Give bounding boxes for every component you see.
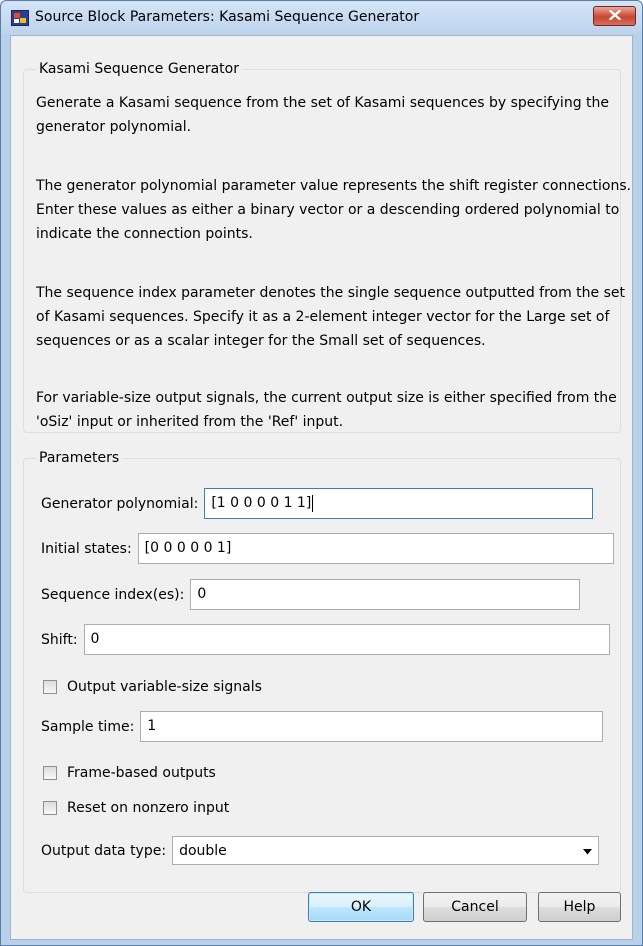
generator-polynomial-label: Generator polynomial: bbox=[41, 495, 199, 512]
window-title: Source Block Parameters: Kasami Sequence… bbox=[35, 9, 420, 25]
sample-time-row: Sample time: 1 bbox=[41, 711, 604, 742]
shift-row: Shift: 0 bbox=[41, 624, 610, 655]
dialog-window: Source Block Parameters: Kasami Sequence… bbox=[0, 0, 643, 946]
text-caret bbox=[312, 494, 314, 512]
output-data-type-value: double bbox=[179, 842, 227, 859]
sample-time-input[interactable]: 1 bbox=[140, 711, 604, 742]
close-icon bbox=[608, 8, 621, 24]
frame-based-label: Frame-based outputs bbox=[67, 765, 216, 781]
initial-states-input[interactable]: [0 0 0 0 0 1] bbox=[137, 533, 614, 564]
output-variable-size-label: Output variable-size signals bbox=[67, 679, 262, 695]
output-variable-size-row[interactable]: Output variable-size signals bbox=[43, 679, 262, 695]
description-paragraph: Generate a Kasami sequence from the set … bbox=[36, 95, 610, 135]
sequence-index-label: Sequence index(es): bbox=[41, 586, 185, 603]
parameters-legend: Parameters bbox=[36, 448, 123, 468]
description-paragraph: For variable-size output signals, the cu… bbox=[36, 390, 617, 430]
generator-polynomial-value: [1 0 0 0 0 1 1] bbox=[211, 495, 312, 511]
description-group: Kasami Sequence Generator Generate a Kas… bbox=[23, 59, 631, 433]
ok-button[interactable]: OK bbox=[308, 892, 414, 922]
description-paragraph: The sequence index parameter denotes the… bbox=[36, 285, 626, 349]
dialog-client-area: Kasami Sequence Generator Generate a Kas… bbox=[10, 35, 633, 940]
close-button[interactable] bbox=[593, 6, 636, 26]
output-data-type-label: Output data type: bbox=[41, 842, 167, 859]
title-bar[interactable]: Source Block Parameters: Kasami Sequence… bbox=[1, 1, 642, 35]
sequence-index-row: Sequence index(es): 0 bbox=[41, 579, 581, 610]
shift-label: Shift: bbox=[41, 631, 78, 648]
sequence-index-input[interactable]: 0 bbox=[190, 579, 581, 610]
reset-nonzero-label: Reset on nonzero input bbox=[67, 800, 230, 816]
sample-time-label: Sample time: bbox=[41, 718, 135, 735]
initial-states-label: Initial states: bbox=[41, 540, 132, 557]
simulink-block-icon bbox=[11, 10, 29, 26]
description-legend: Kasami Sequence Generator bbox=[36, 59, 242, 79]
description-paragraph: The generator polynomial parameter value… bbox=[36, 178, 632, 242]
cancel-button[interactable]: Cancel bbox=[423, 892, 527, 922]
parameters-group: Parameters bbox=[23, 448, 621, 893]
output-data-type-select[interactable]: double bbox=[172, 836, 600, 865]
reset-nonzero-row[interactable]: Reset on nonzero input bbox=[43, 800, 229, 816]
generator-polynomial-input[interactable]: [1 0 0 0 0 1 1] bbox=[204, 488, 594, 519]
reset-nonzero-checkbox[interactable] bbox=[43, 801, 57, 815]
frame-based-checkbox[interactable] bbox=[43, 766, 57, 780]
frame-based-row[interactable]: Frame-based outputs bbox=[43, 765, 216, 781]
output-variable-size-checkbox[interactable] bbox=[43, 680, 57, 694]
chevron-down-icon bbox=[583, 843, 593, 859]
output-data-type-row: Output data type: double bbox=[41, 836, 600, 865]
help-button[interactable]: Help bbox=[538, 892, 621, 922]
initial-states-row: Initial states: [0 0 0 0 0 1] bbox=[41, 533, 614, 564]
generator-polynomial-row: Generator polynomial: [1 0 0 0 0 1 1] bbox=[41, 488, 594, 519]
shift-input[interactable]: 0 bbox=[83, 624, 610, 655]
